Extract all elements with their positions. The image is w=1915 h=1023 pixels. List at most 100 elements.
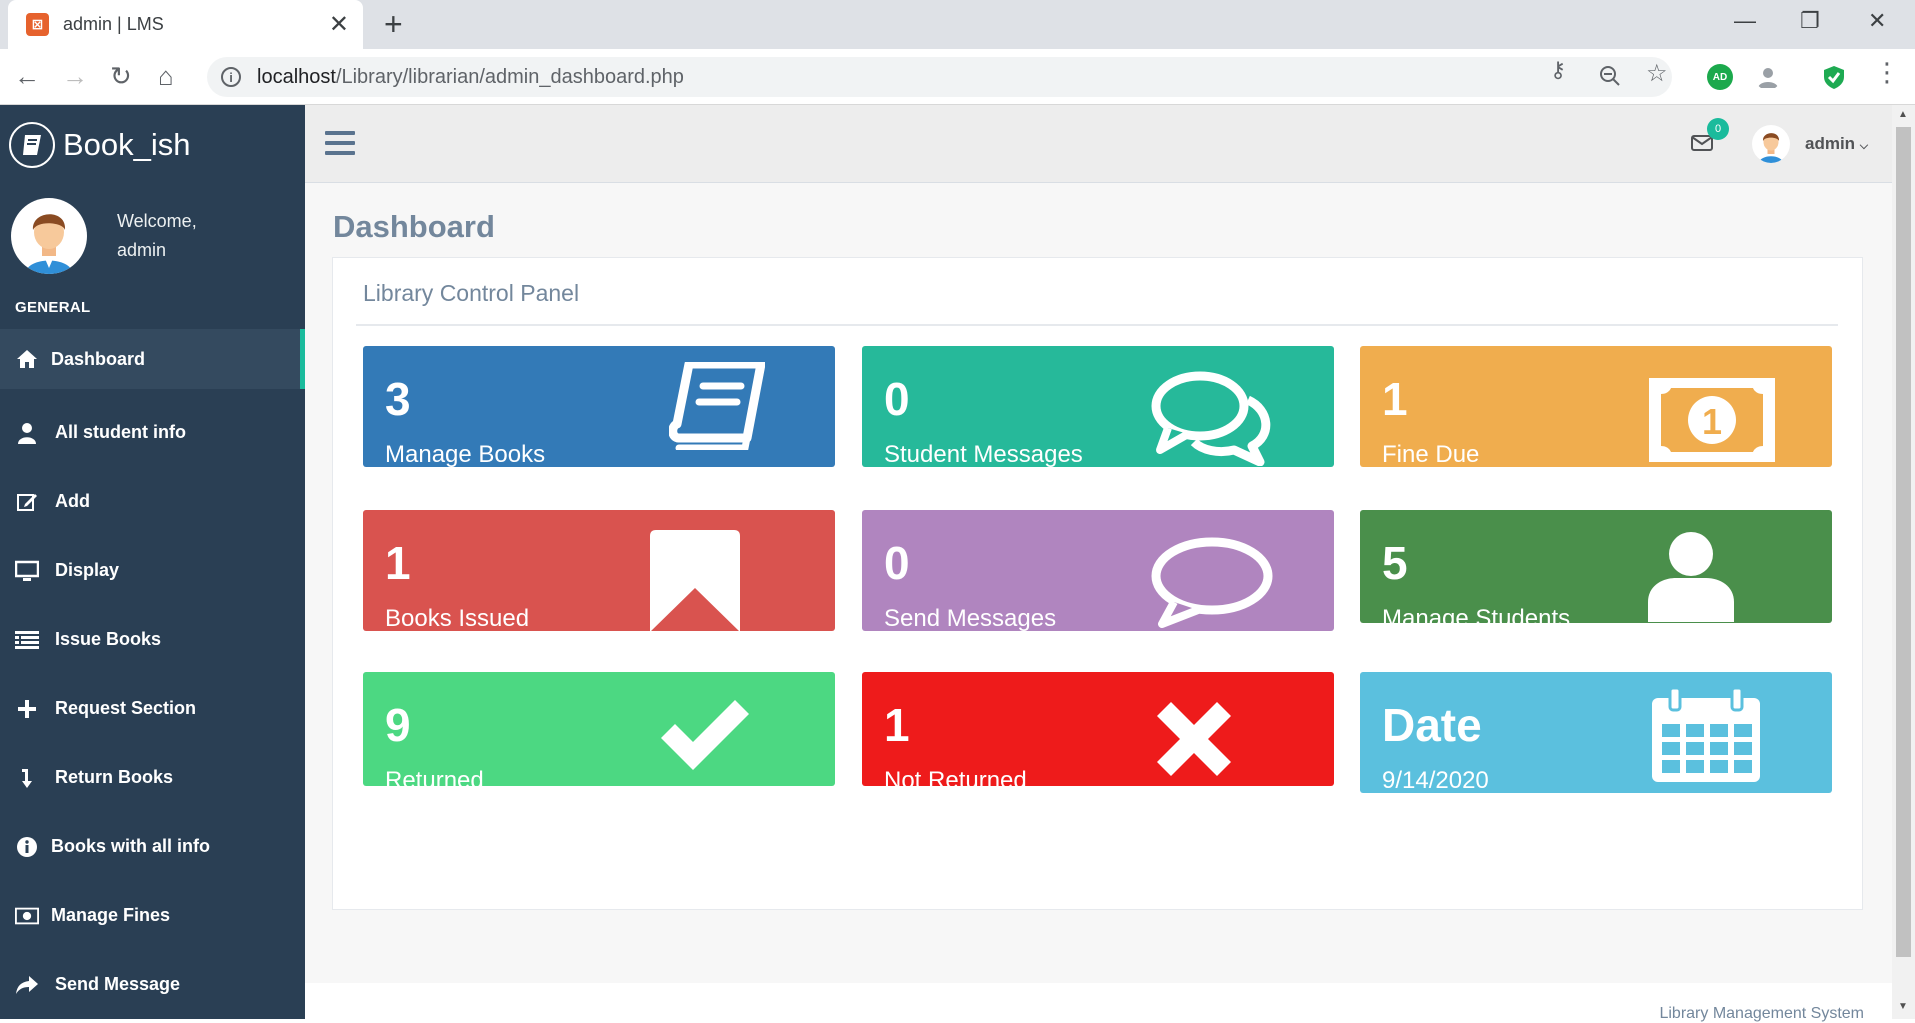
user-icon: [15, 421, 39, 445]
tile-label: Not Returned: [884, 767, 1027, 794]
arrow-down-icon: [15, 766, 39, 790]
tile-fine-due[interactable]: 1 Fine Due 1: [1360, 346, 1832, 468]
site-info-icon[interactable]: i: [221, 67, 241, 87]
scroll-thumb[interactable]: [1896, 127, 1911, 957]
control-panel: Library Control Panel 3 Manage Books 0 S…: [332, 257, 1863, 910]
tile-value: 1: [1382, 373, 1408, 425]
scroll-down-icon[interactable]: ▼: [1898, 1001, 1908, 1012]
new-tab-icon[interactable]: +: [384, 6, 403, 43]
user-name: admin: [1805, 134, 1856, 153]
tab-close-icon[interactable]: ✕: [329, 10, 349, 39]
chevron-down-icon: ⌵: [1859, 140, 1869, 152]
sidebar-item-request-section[interactable]: Request Section: [0, 674, 305, 743]
profile-username: admin: [117, 240, 167, 260]
money-icon: [15, 904, 39, 928]
plus-icon: [15, 697, 39, 721]
close-window-icon[interactable]: ✕: [1868, 8, 1886, 34]
panel-divider: [356, 324, 1838, 326]
book-logo-icon: [9, 122, 55, 168]
tile-returned[interactable]: 9 Returned: [363, 672, 835, 794]
forward-icon[interactable]: →: [62, 61, 88, 91]
profile: Welcome, admin: [0, 185, 305, 281]
adguard-extension[interactable]: AD: [1707, 64, 1733, 90]
key-icon[interactable]: ⚷: [1550, 57, 1566, 83]
sidebar: Book_ish Welcome, admin GENERAL Dashboar…: [0, 105, 305, 1019]
sidebar-item-all-student-info[interactable]: All student info: [0, 398, 305, 467]
top-nav: 0 admin ⌵: [305, 105, 1892, 183]
restore-icon[interactable]: ❐: [1800, 8, 1820, 34]
tile-send-messages[interactable]: 0 Send Messages: [862, 510, 1334, 632]
tile-label: Student Messages: [884, 441, 1083, 468]
user-avatar[interactable]: [1752, 125, 1790, 163]
xampp-icon: ⊠: [26, 13, 49, 36]
tile-not-returned[interactable]: 1 Not Returned: [862, 672, 1334, 794]
svg-text:1: 1: [1702, 401, 1722, 442]
tile-label: Send Messages: [884, 605, 1057, 632]
sidebar-item-manage-fines[interactable]: Manage Fines: [0, 881, 305, 950]
tile-value: 5: [1382, 537, 1408, 589]
panel-title: Library Control Panel: [363, 280, 580, 306]
tile-label: Returned: [385, 767, 484, 794]
star-icon[interactable]: ☆: [1646, 59, 1668, 88]
check-icon: [661, 700, 749, 770]
browser-tab[interactable]: ⊠ admin | LMS ✕: [8, 0, 363, 49]
url-input[interactable]: i localhost/Library/librarian/admin_dash…: [207, 57, 1672, 97]
comments-icon: [1151, 371, 1271, 466]
tile-label: Fine Due: [1382, 441, 1480, 468]
mail-icon[interactable]: [1691, 135, 1713, 151]
comment-icon: [1151, 537, 1273, 628]
share-icon: [15, 973, 39, 997]
sidebar-item-books-with-all-info[interactable]: Books with all info: [0, 812, 305, 881]
tile-student-messages[interactable]: 0 Student Messages: [862, 346, 1334, 468]
sidebar-item-issue-books[interactable]: Issue Books: [0, 605, 305, 674]
brand[interactable]: Book_ish: [0, 105, 305, 185]
section-title: GENERAL: [15, 299, 91, 316]
shield-extension[interactable]: [1821, 64, 1847, 90]
calendar-icon: [1652, 686, 1760, 782]
tile-date[interactable]: Date 9/14/2020: [1360, 672, 1832, 794]
back-icon[interactable]: ←: [14, 61, 40, 91]
tile-value: 9: [385, 699, 411, 751]
scroll-up-icon[interactable]: ▲: [1898, 109, 1908, 120]
footer: Library Management System: [305, 983, 1892, 1022]
main-content: Dashboard Library Control Panel 3 Manage…: [305, 183, 1892, 983]
tile-value: 0: [884, 537, 910, 589]
sidebar-item-label: Return Books: [55, 767, 174, 787]
sidebar-item-label: Books with all info: [51, 836, 211, 856]
browser-tab-bar: ⊠ admin | LMS ✕ + — ❐ ✕: [0, 0, 1915, 49]
menu-icon[interactable]: ⋮: [1874, 57, 1900, 88]
bookmark-icon: [650, 530, 740, 632]
profile-extension[interactable]: [1755, 64, 1781, 90]
home-button-icon[interactable]: ⌂: [158, 61, 174, 91]
tile-label: Books Issued: [385, 605, 530, 632]
brand-name: Book_ish: [63, 127, 191, 162]
home-icon: [15, 347, 39, 371]
url-host: localhost: [257, 65, 336, 88]
tile-value: Date: [1382, 699, 1482, 751]
menu-toggle-icon[interactable]: [325, 131, 355, 155]
user-menu[interactable]: admin ⌵: [1805, 134, 1868, 154]
tile-books-issued[interactable]: 1 Books Issued: [363, 510, 835, 632]
minimize-icon[interactable]: —: [1734, 8, 1756, 34]
scrollbar[interactable]: ▲ ▼: [1892, 105, 1915, 1019]
sidebar-item-display[interactable]: Display: [0, 536, 305, 605]
zoom-icon[interactable]: [1599, 65, 1621, 87]
reload-icon[interactable]: ↻: [110, 61, 132, 91]
sidebar-item-return-books[interactable]: Return Books: [0, 743, 305, 812]
sidebar-item-add[interactable]: Add: [0, 467, 305, 536]
tile-manage-students[interactable]: 5 Manage Students: [1360, 510, 1832, 632]
address-bar: ← → ↻ ⌂ i localhost/Library/librarian/ad…: [0, 49, 1915, 105]
times-icon: [1157, 702, 1231, 776]
edit-icon: [15, 490, 39, 514]
sidebar-item-send-message[interactable]: Send Message: [0, 950, 305, 1019]
sidebar-item-label: Add: [55, 491, 90, 511]
tab-title: admin | LMS: [63, 14, 164, 34]
sidebar-item-label: Issue Books: [55, 629, 162, 649]
footer-text: Library Management System: [1659, 1005, 1864, 1022]
tile-value: 1: [385, 537, 411, 589]
monitor-icon: [15, 559, 39, 583]
sidebar-item-dashboard[interactable]: Dashboard: [0, 329, 305, 389]
sidebar-item-label: Display: [55, 560, 120, 580]
tile-manage-books[interactable]: 3 Manage Books: [363, 346, 835, 468]
tile-label: 9/14/2020: [1382, 767, 1489, 794]
